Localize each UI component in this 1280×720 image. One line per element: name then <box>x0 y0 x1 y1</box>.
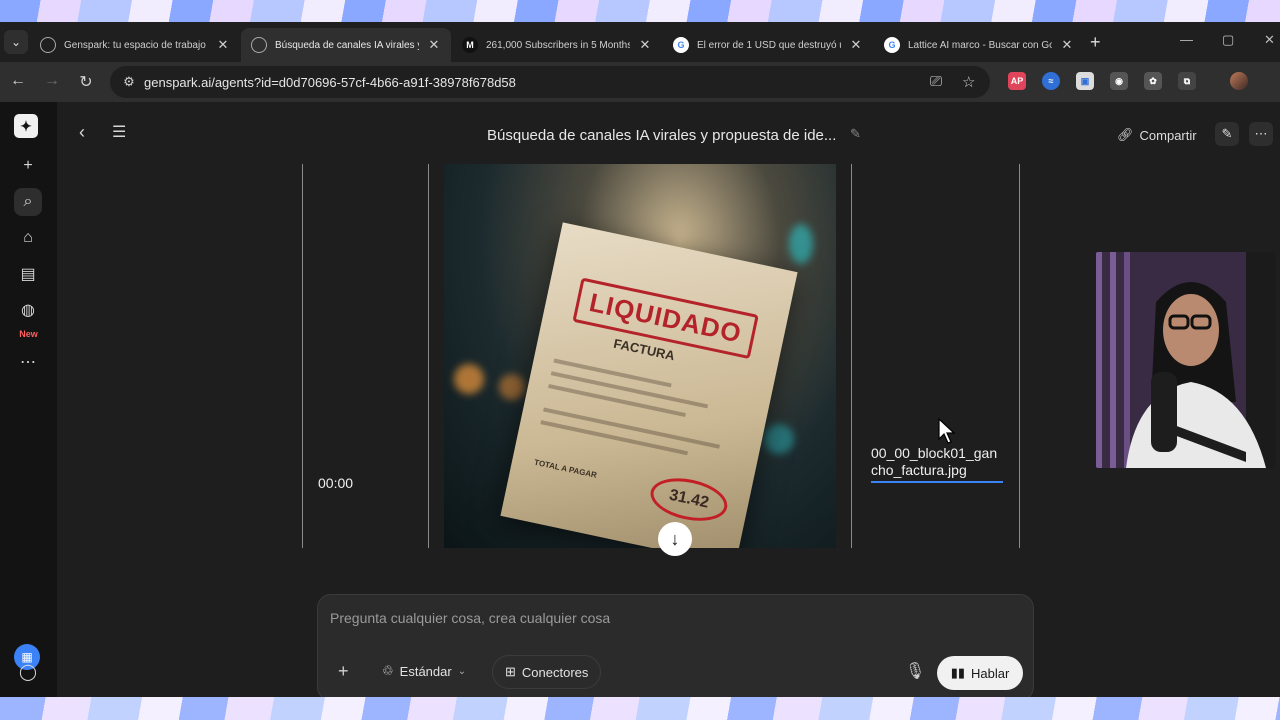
app-header: ‹ ☰ Búsqueda de canales IA virales y pro… <box>57 102 1280 160</box>
timeline-divider <box>428 164 429 548</box>
scene-thumbnail[interactable]: LIQUIDADO FACTURA TOTAL A PAGAR 31.42 <box>444 164 836 548</box>
new-tab-icon[interactable]: + <box>1090 32 1101 53</box>
share-label: Compartir <box>1139 127 1197 143</box>
browser-window: ⌄ Genspark: tu espacio de trabajo d ✕ Bú… <box>0 22 1280 697</box>
timeline-divider <box>302 164 303 548</box>
minimize-icon[interactable]: — <box>1180 32 1193 47</box>
extension-screen-icon[interactable]: ▣ <box>1076 72 1094 90</box>
extensions-puzzle-icon[interactable]: ⧉ <box>1178 72 1196 90</box>
close-tab-icon[interactable]: ✕ <box>427 37 441 53</box>
timeline-divider <box>851 164 852 548</box>
genspark-app: ✦ + ⌕ ⌂ ▤ ◍ New ⋯ ▦ ◯ ‹ ☰ Búsqueda de ca… <box>0 102 1280 697</box>
download-arrow-button[interactable]: ↓ <box>658 522 692 556</box>
tab-title: Búsqueda de canales IA virales y p <box>275 39 419 51</box>
address-url[interactable]: genspark.ai/agents?id=d0d70696-57cf-4b66… <box>144 75 516 90</box>
menu-icon[interactable]: ☰ <box>112 122 126 142</box>
genspark-favicon-icon <box>251 37 267 53</box>
home-icon[interactable]: ⌂ <box>14 224 42 252</box>
close-tab-icon[interactable]: ✕ <box>216 37 230 53</box>
tab-title: 261,000 Subscribers in 5 Months w <box>486 39 630 51</box>
compose-icon[interactable]: ✎ <box>1215 122 1239 146</box>
desktop-background-top <box>0 0 1280 22</box>
genspark-favicon-icon <box>40 37 56 53</box>
tab-search-button[interactable]: ⌄ <box>4 30 28 54</box>
medium-favicon-icon: M <box>462 37 478 53</box>
add-attachment-icon[interactable]: + <box>338 661 349 682</box>
talk-button[interactable]: ▮▮ Hablar <box>937 656 1023 690</box>
tab-lattice-search[interactable]: G Lattice AI marco - Buscar con Goo ✕ <box>874 28 1084 62</box>
talk-label: Hablar <box>971 665 1010 681</box>
tab-strip: ⌄ Genspark: tu espacio de trabajo d ✕ Bú… <box>0 22 1280 62</box>
install-app-icon[interactable]: ⎚ <box>930 73 942 90</box>
tab-error-usd[interactable]: G El error de 1 USD que destruyó un ✕ <box>663 28 873 62</box>
forward-icon[interactable]: → <box>42 72 62 90</box>
google-favicon-icon: G <box>884 37 900 53</box>
close-window-icon[interactable]: ✕ <box>1264 32 1275 48</box>
webcam-overlay <box>1096 252 1276 468</box>
share-button[interactable]: 🔗︎ Compartir <box>1117 127 1197 143</box>
link-icon: 🔗︎ <box>1117 127 1134 142</box>
mode-label: Estándar <box>399 663 452 679</box>
extension-camera-icon[interactable]: ◉ <box>1110 72 1128 90</box>
maximize-icon[interactable]: ▢ <box>1222 32 1234 48</box>
google-favicon-icon: G <box>673 37 689 53</box>
inbox-icon[interactable]: ▤ <box>14 260 42 288</box>
profile-avatar[interactable] <box>1230 72 1248 90</box>
scene-filename[interactable]: 00_00_block01_gancho_factura.jpg <box>871 445 1003 483</box>
prompt-input[interactable] <box>330 607 1020 629</box>
chat-search-icon[interactable]: ⌕ <box>14 188 42 216</box>
user-icon[interactable]: ◯ <box>14 658 42 686</box>
tab-title: El error de 1 USD que destruyó un <box>697 39 841 51</box>
connectors-icon: ⊞ <box>505 664 516 679</box>
more-icon[interactable]: ⋯ <box>14 348 42 376</box>
microphone-icon[interactable]: 🎙︎ <box>905 661 925 681</box>
more-options-icon[interactable]: ⋯ <box>1249 122 1273 146</box>
edit-title-icon[interactable]: ✎ <box>850 126 861 142</box>
genspark-logo-icon[interactable]: ✦ <box>14 114 38 138</box>
close-tab-icon[interactable]: ✕ <box>1060 37 1074 53</box>
tab-title: Lattice AI marco - Buscar con Goo <box>908 39 1052 51</box>
mouse-cursor-icon <box>938 418 956 444</box>
extension-translate-icon[interactable]: ≈ <box>1042 72 1060 90</box>
mode-icon: ♲ <box>382 663 394 678</box>
close-tab-icon[interactable]: ✕ <box>638 37 652 53</box>
tab-busqueda-canales[interactable]: Búsqueda de canales IA virales y p ✕ <box>241 28 451 62</box>
new-chat-icon[interactable]: + <box>14 152 42 180</box>
back-icon[interactable]: ← <box>8 72 28 90</box>
address-bar[interactable]: ⚙ genspark.ai/agents?id=d0d70696-57cf-4b… <box>110 66 990 98</box>
new-badge: New <box>19 329 38 339</box>
extension-ap-icon[interactable]: AP <box>1008 72 1026 90</box>
waveform-icon: ▮▮ <box>950 665 965 680</box>
desktop-background-bottom <box>0 697 1280 720</box>
chevron-down-icon: ⌄ <box>457 665 467 677</box>
site-settings-icon[interactable]: ⚙ <box>120 74 138 90</box>
back-chevron-icon[interactable]: ‹ <box>79 122 85 143</box>
presenter-video-icon <box>1096 252 1276 468</box>
page-title: Búsqueda de canales IA virales y propues… <box>487 127 837 144</box>
close-tab-icon[interactable]: ✕ <box>849 37 863 53</box>
timeline-divider <box>1019 164 1020 548</box>
connectors-button[interactable]: ⊞ Conectores <box>492 655 602 689</box>
tab-title: Genspark: tu espacio de trabajo d <box>64 39 208 51</box>
left-rail: ✦ + ⌕ ⌂ ▤ ◍ New ⋯ ▦ ◯ <box>0 102 57 697</box>
invoice-paper: LIQUIDADO FACTURA TOTAL A PAGAR 31.42 <box>500 222 798 548</box>
extension-flower-icon[interactable]: ✿ <box>1144 72 1162 90</box>
reload-icon[interactable]: ↻ <box>76 72 96 92</box>
prompt-composer: + ♲ Estándar ⌄ ⊞ Conectores 🎙︎ ▮▮ Hablar <box>317 594 1034 697</box>
tab-genspark-workspace[interactable]: Genspark: tu espacio de trabajo d ✕ <box>30 28 240 62</box>
mode-selector[interactable]: ♲ Estándar ⌄ <box>382 663 466 679</box>
total-amount: 31.42 <box>646 471 732 528</box>
globe-icon[interactable]: ◍ <box>14 296 42 324</box>
bookmark-star-icon[interactable]: ☆ <box>962 73 975 91</box>
timecode: 00:00 <box>318 475 354 491</box>
tab-subscribers[interactable]: M 261,000 Subscribers in 5 Months w ✕ <box>452 28 662 62</box>
browser-toolbar: ← → ↻ ⚙ genspark.ai/agents?id=d0d70696-5… <box>0 62 1280 102</box>
total-label: TOTAL A PAGAR <box>533 457 598 480</box>
connectors-label: Conectores <box>521 664 589 680</box>
